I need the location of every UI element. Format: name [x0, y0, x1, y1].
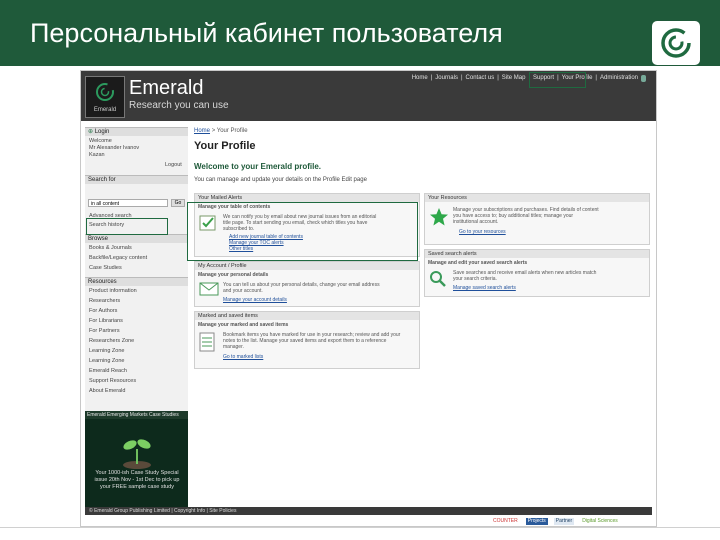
credit-logo: Projects: [525, 518, 548, 525]
resource-item[interactable]: Product information: [89, 288, 137, 294]
breadcrumb-home[interactable]: Home: [194, 128, 210, 134]
manage-details-link[interactable]: Manage your account details: [223, 297, 287, 303]
nav-contact[interactable]: Contact us: [466, 75, 495, 82]
saved-searches-panel: Saved search alerts Manage and edit your…: [424, 249, 650, 297]
intro-text: You can manage and update your details o…: [194, 177, 367, 183]
envelope-icon: [199, 282, 219, 296]
search-go-button[interactable]: Go: [171, 199, 185, 207]
page-title: Your Profile: [194, 140, 256, 152]
login-header: ⊕ Login: [85, 127, 188, 136]
search-input[interactable]: in all content: [88, 199, 168, 207]
logout-link[interactable]: Logout: [165, 162, 182, 168]
resource-item[interactable]: Researchers: [89, 298, 120, 304]
browse-item[interactable]: Case Studies: [89, 265, 122, 271]
breadcrumb: Home > Your Profile: [194, 128, 248, 134]
marked-lists-panel: Marked and saved items Manage your marke…: [194, 311, 420, 369]
ad-header: Emerald Emerging Markets Case Studies: [85, 411, 188, 419]
brand-tagline: Research you can use: [129, 100, 229, 111]
panel-text-line: notes to the list. Manage your saved ite…: [223, 338, 387, 344]
your-resources-panel: Your Resources Manage your subscriptions…: [424, 193, 650, 245]
highlight-box: [187, 202, 418, 261]
panel-header: Saved search alerts: [425, 250, 649, 258]
saved-search-link[interactable]: Manage saved search alerts: [453, 285, 516, 291]
site-logo[interactable]: Emerald: [85, 76, 125, 118]
browse-header: Browse: [85, 234, 188, 243]
emerald-logo-icon: [652, 21, 700, 65]
nav-sitemap[interactable]: Site Map: [502, 75, 526, 82]
ad-text: Your 1000-ish Case Study Special issue 2…: [94, 470, 180, 490]
brand-name: Emerald: [129, 77, 204, 99]
panel-text-line: and your account.: [223, 288, 263, 294]
panel-header: Your Resources: [425, 194, 649, 202]
credit-logo: COUNTER: [493, 518, 518, 524]
star-icon: [430, 208, 448, 226]
resource-item[interactable]: For Partners: [89, 328, 120, 334]
slide-bottom-rule: [0, 527, 720, 528]
slide-title: Персональный кабинет пользователя: [30, 18, 503, 48]
site-logo-label: Emerald: [93, 107, 117, 113]
panel-text-line: institutional account.: [453, 219, 499, 225]
welcome-heading: Welcome to your Emerald profile.: [194, 162, 321, 171]
highlight-box: [529, 72, 586, 88]
breadcrumb-current: > Your Profile: [211, 128, 248, 134]
nav-journals[interactable]: Journals: [435, 75, 458, 82]
browse-item[interactable]: Backfile/Legacy content: [89, 255, 147, 261]
user-org: Kazan: [89, 152, 105, 158]
resource-item[interactable]: About Emerald: [89, 388, 125, 394]
document-list-icon: [199, 332, 215, 352]
panel-subheader: Manage your marked and saved items: [198, 322, 289, 328]
resources-header: Resources: [85, 277, 188, 286]
nav-administration[interactable]: Administration: [600, 75, 638, 82]
panel-subheader: Manage and edit your saved search alerts: [428, 260, 528, 266]
slide-title-bar: Персональный кабинет пользователя: [0, 0, 720, 66]
panel-subheader: Manage your personal details: [198, 272, 269, 278]
highlight-box: [86, 218, 168, 235]
resource-item[interactable]: Learning Zone: [89, 348, 124, 354]
sprout-icon: [123, 439, 151, 469]
panel-header: Your Mailed Alerts: [195, 194, 419, 202]
panel-header: Marked and saved items: [195, 312, 419, 320]
browse-item[interactable]: Books & Journals: [89, 245, 132, 251]
credit-logo: Digital Sciences: [582, 518, 618, 524]
panel-header: My Account / Profile: [195, 262, 419, 270]
resource-item[interactable]: Emerald Reach: [89, 368, 127, 374]
user-icon: [641, 75, 646, 82]
resource-item[interactable]: For Authors: [89, 308, 117, 314]
credit-logo: Partner: [553, 518, 575, 525]
site-footer: © Emerald Group Publishing Limited | Cop…: [85, 507, 652, 515]
your-resources-link[interactable]: Go to your resources: [459, 229, 506, 235]
sidebar-ad-banner[interactable]: Emerald Emerging Markets Case Studies Yo…: [85, 411, 188, 511]
profile-page-screenshot: Emerald Emerald Research you can use Hom…: [80, 70, 657, 527]
resource-item[interactable]: Researchers Zone: [89, 338, 134, 344]
resource-item[interactable]: Support Resources: [89, 378, 136, 384]
resource-item[interactable]: For Librarians: [89, 318, 123, 324]
panel-text-line: manager.: [223, 344, 244, 350]
nav-home[interactable]: Home: [412, 75, 428, 82]
resource-item[interactable]: Learning Zone: [89, 358, 124, 364]
panel-text-line: your search criteria.: [453, 276, 497, 282]
welcome-label: Welcome: [89, 138, 112, 144]
search-header: Search for: [85, 175, 188, 184]
marked-lists-link[interactable]: Go to marked lists: [223, 354, 263, 360]
my-details-panel: My Account / Profile Manage your persona…: [194, 261, 420, 307]
magnifier-icon: [430, 271, 446, 287]
credit-logos: COUNTER Projects Partner Digital Science…: [491, 518, 620, 526]
user-name: Mr Alexander Ivanov: [89, 145, 140, 151]
